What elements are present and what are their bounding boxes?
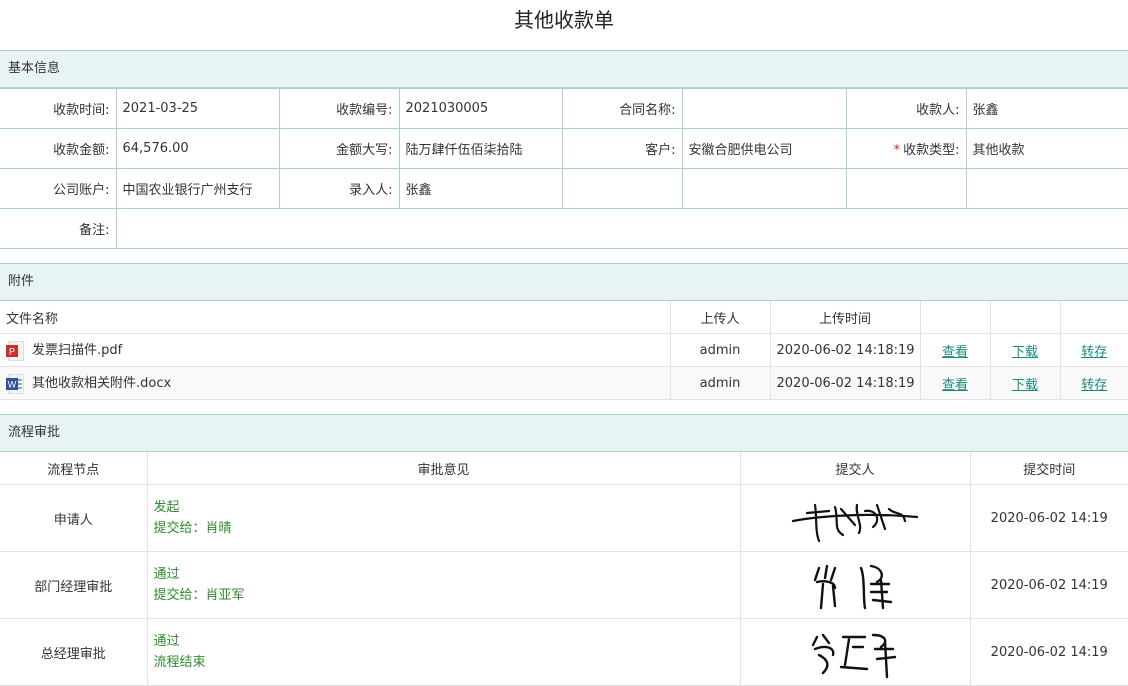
account-value: 中国农业银行广州支行: [115, 168, 280, 209]
col-upload-time: 上传时间: [769, 301, 920, 334]
opinion-next: 提交给：肖亚军: [153, 588, 245, 603]
type-value: 其他收款: [965, 128, 1128, 169]
section-flow: 流程审批: [0, 414, 1128, 452]
signature-cell: [739, 484, 970, 552]
uploader: admin: [669, 333, 770, 367]
file-name-cell: W 其他收款相关附件.docx: [0, 366, 670, 400]
pdf-file-icon: P: [6, 340, 24, 361]
table-row: P 发票扫描件.pdf admin 2020-06-02 14:18:19 查看…: [0, 333, 1128, 367]
contract-value: [681, 88, 847, 129]
amount-upper-label: 金额大写:: [278, 128, 400, 169]
flow-node: 申请人: [0, 484, 147, 552]
upload-time: 2020-06-02 14:18:19: [769, 366, 920, 400]
flow-opinion: 通过 流程结束: [146, 618, 740, 686]
flow-time: 2020-06-02 14:19: [969, 551, 1128, 619]
section-attachments: 附件: [0, 263, 1128, 301]
payee-label: 收款人:: [845, 88, 967, 129]
signature-image: [811, 633, 897, 679]
col-blank: [919, 301, 990, 334]
flow-table: 流程节点 审批意见 提交人 提交时间 申请人 发起 提交给：肖晴 2020-06…: [0, 452, 1128, 686]
svg-text:W: W: [8, 379, 17, 389]
entered-by-value: 张鑫: [398, 168, 563, 209]
flow-opinion: 发起 提交给：肖晴: [146, 484, 740, 552]
type-label: 收款类型:: [903, 143, 960, 158]
required-mark: *: [893, 143, 901, 158]
save-link[interactable]: 转存: [1081, 378, 1107, 393]
contract-label: 合同名称:: [561, 88, 683, 129]
col-submitter: 提交人: [739, 452, 970, 485]
uploader: admin: [669, 366, 770, 400]
section-basic-info: 基本信息: [0, 50, 1128, 88]
col-uploader: 上传人: [669, 301, 770, 334]
flow-time: 2020-06-02 14:19: [969, 484, 1128, 552]
file-name[interactable]: 发票扫描件.pdf: [32, 343, 122, 358]
account-label: 公司账户:: [0, 168, 117, 209]
col-blank: [989, 301, 1060, 334]
view-link[interactable]: 查看: [942, 378, 968, 393]
receipt-no-label: 收款编号:: [278, 88, 400, 129]
upload-time: 2020-06-02 14:18:19: [769, 333, 920, 367]
table-row: W 其他收款相关附件.docx admin 2020-06-02 14:18:1…: [0, 366, 1128, 400]
entered-by-label: 录入人:: [278, 168, 400, 209]
save-link[interactable]: 转存: [1081, 345, 1107, 360]
opinion-action: 通过: [153, 567, 180, 582]
table-row: 总经理审批 通过 流程结束 2020-06-02 14:19: [0, 618, 1128, 686]
signature-cell: [739, 551, 970, 619]
flow-node: 总经理审批: [0, 618, 147, 686]
amount-value: 64,576.00: [115, 128, 280, 169]
col-node: 流程节点: [0, 452, 147, 485]
flow-node: 部门经理审批: [0, 551, 147, 619]
word-file-icon: W: [6, 373, 24, 394]
col-submit-time: 提交时间: [969, 452, 1128, 485]
receipt-time-label: 收款时间:: [0, 88, 117, 129]
opinion-action: 通过: [153, 634, 180, 649]
remark-label: 备注:: [0, 208, 117, 249]
table-row: 申请人 发起 提交给：肖晴 2020-06-02 14:19: [0, 484, 1128, 552]
type-label-cell: * 收款类型:: [845, 128, 967, 169]
flow-opinion: 通过 提交给：肖亚军: [146, 551, 740, 619]
signature-image: [813, 564, 893, 610]
remark-value: [115, 208, 1128, 249]
col-opinion: 审批意见: [146, 452, 740, 485]
receipt-no-value: 2021030005: [398, 88, 563, 129]
opinion-next: 提交给：肖晴: [153, 521, 232, 536]
amount-upper-value: 陆万肆仟伍佰柒拾陆: [398, 128, 563, 169]
table-row: 部门经理审批 通过 提交给：肖亚军 2020-06-02 14:19: [0, 551, 1128, 619]
col-file-name: 文件名称: [0, 301, 670, 334]
payee-value: 张鑫: [965, 88, 1128, 129]
receipt-time-value: 2021-03-25: [115, 88, 280, 129]
opinion-action: 发起: [153, 500, 180, 515]
empty-cell: [845, 168, 967, 209]
opinion-next: 流程结束: [153, 655, 206, 670]
flow-time: 2020-06-02 14:19: [969, 618, 1128, 686]
view-link[interactable]: 查看: [942, 345, 968, 360]
amount-label: 收款金额:: [0, 128, 117, 169]
customer-label: 客户:: [561, 128, 683, 169]
file-name[interactable]: 其他收款相关附件.docx: [32, 376, 171, 391]
customer-value: 安徽合肥供电公司: [681, 128, 847, 169]
col-blank: [1059, 301, 1128, 334]
empty-cell: [681, 168, 847, 209]
page-title: 其他收款单: [514, 8, 614, 32]
signature-image: [791, 503, 919, 543]
attachments-table: 文件名称 上传人 上传时间 P 发票扫描件.pdf admin 2020-06-…: [0, 301, 1128, 400]
empty-cell: [965, 168, 1128, 209]
download-link[interactable]: 下载: [1012, 345, 1038, 360]
basic-info-table: 收款时间: 2021-03-25 收款编号: 2021030005 合同名称: …: [0, 88, 1128, 249]
svg-text:P: P: [9, 346, 15, 356]
file-name-cell: P 发票扫描件.pdf: [0, 333, 670, 367]
signature-cell: [739, 618, 970, 686]
empty-cell: [561, 168, 683, 209]
download-link[interactable]: 下载: [1012, 378, 1038, 393]
